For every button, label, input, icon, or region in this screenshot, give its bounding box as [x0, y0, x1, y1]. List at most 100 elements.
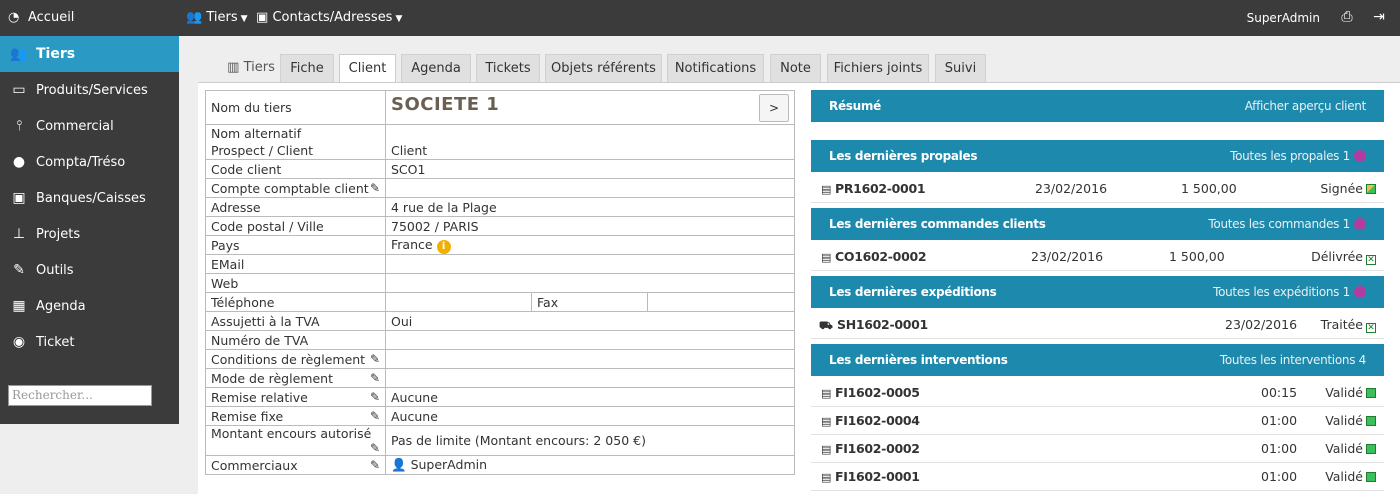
tab-fichiers-joints[interactable]: Fichiers joints — [827, 54, 929, 82]
caret-down-icon: ▼ — [240, 14, 248, 24]
table-row[interactable]: ▤ FI1602-0002 01:00 Validé — [811, 435, 1384, 463]
intervention-ref[interactable]: FI1602-0005 — [835, 385, 920, 400]
sidebar-item-projets[interactable]: ⊥ Projets — [0, 216, 179, 252]
user-link[interactable]: SuperAdmin — [1247, 0, 1320, 36]
table-row[interactable]: ⛟ SH1602-0001 23/02/2016 Traitée ✕ — [811, 311, 1384, 339]
edit-icon[interactable]: ✎ — [370, 458, 380, 472]
sidebar-item-label: Agenda — [36, 299, 86, 314]
edit-icon[interactable]: ✎ — [370, 441, 380, 455]
tab-suivi[interactable]: Suivi — [935, 54, 986, 82]
sidebar-item-outils[interactable]: ✎ Outils — [0, 252, 179, 288]
edit-icon[interactable]: ✎ — [370, 371, 380, 385]
remrel-value: Aucune — [385, 387, 795, 407]
menu-tiers[interactable]: 👥 Tiers ▼ — [186, 0, 248, 36]
apercu-link[interactable]: Afficher aperçu client — [1245, 90, 1367, 122]
next-button[interactable]: > — [759, 93, 789, 122]
menu-tiers-label: Tiers — [206, 10, 238, 25]
sidebar-item-ticket[interactable]: ◉ Ticket — [0, 324, 179, 360]
status-processed-icon: ✕ — [1366, 323, 1376, 333]
fax-label: Fax — [531, 292, 648, 312]
menu-contacts[interactable]: ▣ Contacts/Adresses ▼ — [256, 0, 402, 36]
interventions-title: Les dernières interventions — [829, 353, 1008, 367]
email-label: EMail — [205, 254, 386, 274]
tab-objets-referents[interactable]: Objets référents — [545, 54, 662, 82]
commandes-header: Les dernières commandes clients Toutes l… — [811, 208, 1384, 240]
intervention-status: Validé — [1325, 469, 1363, 484]
all-propales-link[interactable]: Toutes les propales 1 — [1230, 140, 1366, 172]
home-link[interactable]: ◔ Accueil — [8, 0, 74, 36]
status-validated-icon — [1366, 416, 1376, 426]
tel-label: Téléphone — [205, 292, 386, 312]
piggy-bank-icon: ● — [12, 154, 26, 170]
all-expeditions-link[interactable]: Toutes les expéditions 1 — [1213, 276, 1366, 308]
edit-icon[interactable]: ✎ — [370, 181, 380, 195]
tva-label: Assujetti à la TVA — [205, 311, 386, 331]
user-icon: 👤 — [391, 457, 407, 472]
commandes-count: 1 — [1342, 217, 1351, 231]
sidebar-item-tiers[interactable]: 👥 Tiers — [0, 36, 179, 72]
comm-value[interactable]: SuperAdmin — [411, 457, 487, 472]
mode-value — [385, 368, 795, 388]
intervention-ref[interactable]: FI1602-0004 — [835, 413, 920, 428]
tab-tickets[interactable]: Tickets — [476, 54, 540, 82]
print-icon[interactable]: ⎙ — [1338, 8, 1356, 26]
edit-icon[interactable]: ✎ — [370, 352, 380, 366]
sidebar-item-label: Tiers — [36, 46, 76, 62]
table-row[interactable]: ▤ CO1602-0002 23/02/2016 1 500,00 Délivré… — [811, 243, 1384, 271]
intervention-status: Validé — [1325, 385, 1363, 400]
nom-label: Nom du tiers — [205, 90, 386, 125]
propales-title: Les dernières propales — [829, 149, 978, 163]
commande-ref[interactable]: CO1602-0002 — [835, 249, 927, 264]
intervention-ref[interactable]: FI1602-0002 — [835, 441, 920, 456]
stats-icon — [1354, 150, 1366, 162]
encours-value: Pas de limite (Montant encours: 2 050 €) — [385, 425, 795, 456]
expeditions-header: Les dernières expéditions Toutes les exp… — [811, 276, 1384, 308]
resume-title: Résumé — [829, 99, 881, 113]
status-validated-icon — [1366, 388, 1376, 398]
intervention-duration: 01:00 — [1261, 413, 1298, 428]
tab-notifications[interactable]: Notifications — [667, 54, 764, 82]
commande-status: Délivrée — [1311, 249, 1363, 264]
resume-header: Résumé Afficher aperçu client — [811, 90, 1384, 122]
sidebar-item-banques[interactable]: ▣ Banques/Caisses — [0, 180, 179, 216]
commandes-title: Les dernières commandes clients — [829, 217, 1046, 231]
all-propales-label: Toutes les propales — [1230, 149, 1340, 163]
edit-icon[interactable]: ✎ — [370, 409, 380, 423]
table-row[interactable]: ▤ PR1602-0001 23/02/2016 1 500,00 Signée — [811, 175, 1384, 203]
expedition-ref[interactable]: SH1602-0001 — [837, 317, 928, 332]
tab-agenda[interactable]: Agenda — [401, 54, 471, 82]
logout-icon[interactable]: ⇥ — [1370, 8, 1388, 26]
wrench-icon: ✎ — [13, 262, 25, 278]
info-icon[interactable]: i — [436, 239, 451, 254]
tab-note[interactable]: Note — [770, 54, 821, 82]
pays-value: France — [391, 236, 433, 252]
cp-label: Code postal / Ville — [205, 216, 386, 236]
sidebar-item-agenda[interactable]: ▦ Agenda — [0, 288, 179, 324]
web-value — [385, 273, 795, 293]
propal-amount: 1 500,00 — [1181, 181, 1237, 196]
sidebar-item-compta[interactable]: ● Compta/Tréso — [0, 144, 179, 180]
table-row[interactable]: ▤ FI1602-0004 01:00 Validé — [811, 407, 1384, 435]
sidebar-item-produits[interactable]: ▭ Produits/Services — [0, 72, 179, 108]
document-icon: ▤ — [821, 251, 832, 264]
all-commandes-link[interactable]: Toutes les commandes 1 — [1208, 208, 1366, 240]
sidebar-item-commercial[interactable]: ⫯ Commercial — [0, 108, 179, 144]
propal-ref[interactable]: PR1602-0001 — [835, 181, 926, 196]
compte-label: Compte comptable client — [211, 180, 369, 196]
edit-icon[interactable]: ✎ — [370, 390, 380, 404]
tab-fiche[interactable]: Fiche — [280, 54, 334, 82]
tab-client[interactable]: Client — [339, 54, 396, 84]
intervention-ref[interactable]: FI1602-0001 — [835, 469, 920, 484]
table-row[interactable]: ▤ FI1602-0005 00:15 Validé — [811, 379, 1384, 407]
truck-icon: ⛟ — [819, 319, 833, 332]
home-label: Accueil — [28, 10, 75, 25]
sitemap-icon: ⊥ — [12, 226, 26, 242]
table-row[interactable]: ▤ FI1602-0001 01:00 Validé — [811, 463, 1384, 491]
code-value: SCO1 — [385, 159, 795, 179]
search-input[interactable]: Rechercher... — [8, 385, 152, 406]
remrel-label: Remise relative — [211, 389, 308, 405]
remfix-value: Aucune — [385, 406, 795, 426]
intervention-duration: 01:00 — [1261, 469, 1298, 484]
all-interventions-link[interactable]: Toutes les interventions 4 — [1220, 344, 1366, 376]
numtva-label: Numéro de TVA — [205, 330, 386, 350]
